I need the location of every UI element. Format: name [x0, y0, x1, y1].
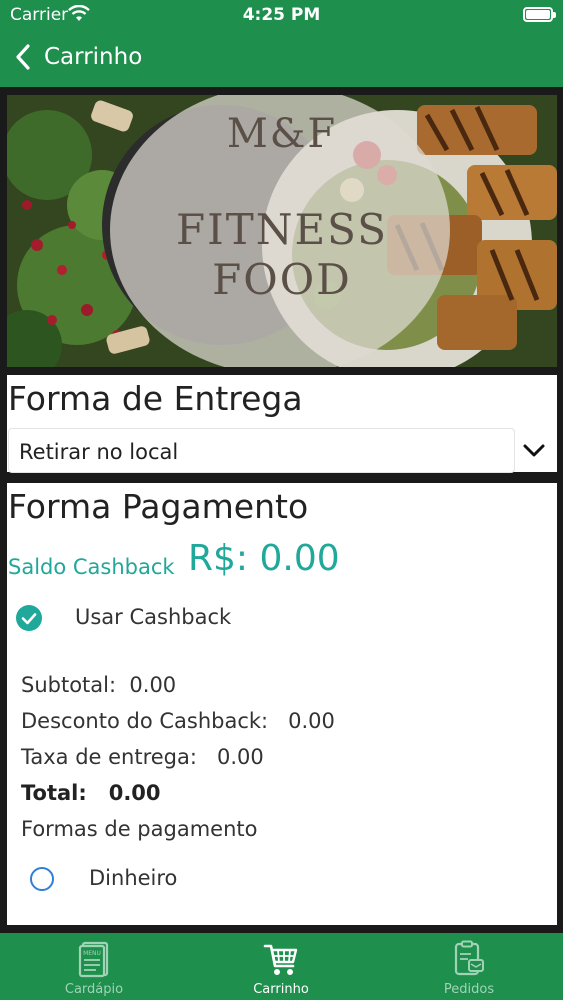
svg-text:MENU: MENU: [83, 950, 101, 957]
tab-menu-label: Cardápio: [64, 982, 124, 997]
back-button-label[interactable]: Carrinho: [44, 44, 142, 70]
nav-bar: Carrinho: [0, 30, 563, 87]
use-cashback-label[interactable]: Usar Cashback: [75, 605, 231, 629]
tab-cart-label: Carrinho: [253, 982, 309, 997]
cashback-balance-label: Saldo Cashback: [8, 555, 175, 579]
cart-content[interactable]: M&F FITNESS FOOD Forma de Entrega Retira…: [0, 87, 563, 933]
brand-logo-text: FITNESS: [176, 205, 388, 254]
menu-icon: MENU: [76, 940, 112, 978]
cart-icon: [263, 940, 299, 978]
delivery-method-select[interactable]: Retirar no local: [8, 428, 515, 473]
tab-cart[interactable]: Carrinho: [187, 933, 375, 1000]
payment-methods-title: Formas de pagamento: [21, 817, 258, 841]
battery-icon: [523, 7, 556, 22]
chevron-down-icon[interactable]: [521, 437, 547, 463]
tab-menu[interactable]: MENU Cardápio: [0, 933, 188, 1000]
tab-orders[interactable]: Pedidos: [375, 933, 563, 1000]
clock: 4:25 PM: [242, 5, 321, 25]
cashback-balance-value: R$: 0.00: [188, 538, 340, 579]
delivery-fee-row: Taxa de entrega: 0.00: [21, 745, 264, 769]
brand-logo-text: M&F: [226, 111, 338, 157]
delivery-title: Forma de Entrega: [8, 379, 303, 418]
cash-option-label[interactable]: Dinheiro: [89, 866, 177, 890]
payment-title: Forma Pagamento: [8, 487, 309, 526]
brand-logo-text: FOOD: [212, 255, 352, 304]
back-chevron-icon[interactable]: [14, 42, 44, 72]
tab-orders-label: Pedidos: [443, 982, 495, 997]
subtotal-row: Subtotal: 0.00: [21, 673, 177, 697]
cash-radio-button[interactable]: [30, 867, 54, 891]
restaurant-banner: M&F FITNESS FOOD: [7, 95, 557, 367]
payment-section: Forma Pagamento Saldo Cashback R$: 0.00 …: [7, 483, 557, 925]
use-cashback-checkbox[interactable]: [16, 605, 42, 631]
checkmark-icon: [21, 613, 37, 625]
status-bar: Carrier 4:25 PM: [0, 0, 563, 30]
cashback-discount-row: Desconto do Cashback: 0.00: [21, 709, 335, 733]
tab-bar: MENU Cardápio Carrinho Pedidos: [0, 933, 563, 1000]
total-row: Total: 0.00: [21, 781, 161, 805]
delivery-section: Forma de Entrega Retirar no local: [7, 375, 557, 473]
delivery-method-value: Retirar no local: [19, 440, 179, 464]
orders-icon: [451, 940, 487, 978]
